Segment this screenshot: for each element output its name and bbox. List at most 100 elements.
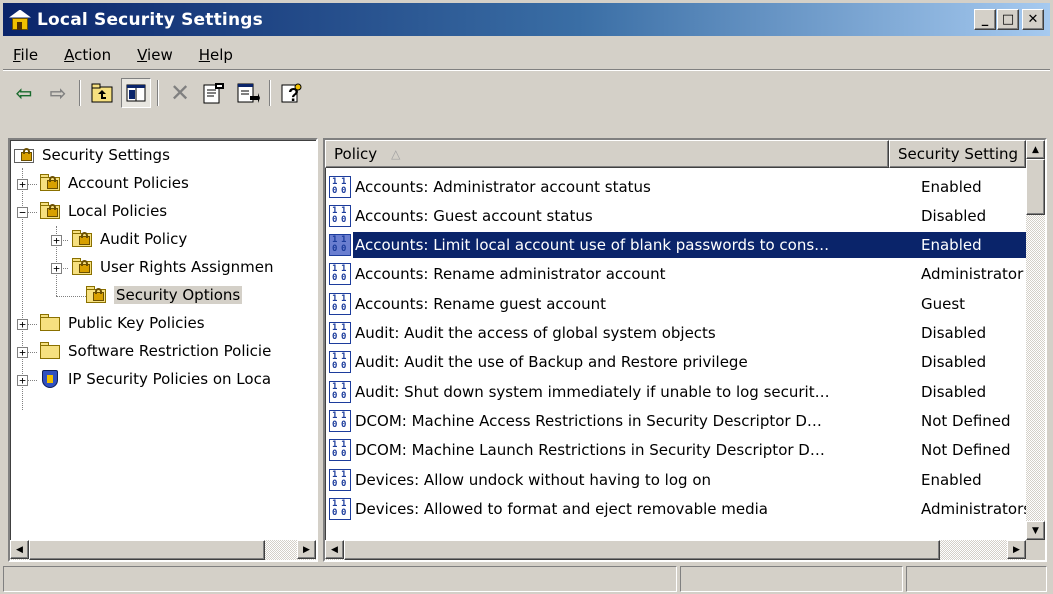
minimize-button[interactable]: _ xyxy=(974,9,996,30)
export-list-button[interactable] xyxy=(233,78,263,108)
scroll-thumb[interactable] xyxy=(1026,159,1045,215)
policy-icon: 1010 xyxy=(329,380,351,403)
show-hide-tree-button[interactable] xyxy=(121,78,151,108)
scroll-down-button[interactable]: ▼ xyxy=(1026,521,1045,540)
scroll-right-button[interactable]: ▶ xyxy=(297,540,316,559)
table-row[interactable]: 1 0 1 0 DCOM: Machine Access Restrictions in… xyxy=(329,406,1045,435)
tree-item-local-policies[interactable]: Local Policies xyxy=(40,198,167,224)
secured-folder-icon xyxy=(40,174,62,192)
menu-view[interactable]: View xyxy=(124,46,186,64)
back-icon: ⇦ xyxy=(15,81,33,105)
expand-account-policies[interactable]: + xyxy=(17,179,28,190)
tree-item-security-settings[interactable]: Security Settings xyxy=(14,142,170,168)
security-settings-icon xyxy=(14,146,36,164)
status-cell-main xyxy=(3,566,678,592)
expand-audit-policy[interactable]: + xyxy=(51,235,62,246)
column-header-policy[interactable]: Policy △ xyxy=(325,140,889,168)
tree-item-public-key-policies[interactable]: Public Key Policies xyxy=(40,310,205,336)
menu-file[interactable]: File xyxy=(3,46,51,64)
window: Local Security Settings _ □ ✕ File Actio… xyxy=(0,0,1053,594)
folder-icon xyxy=(40,342,62,360)
close-button[interactable]: ✕ xyxy=(1022,9,1044,30)
table-row[interactable]: 1 0 1 0 Devices: Allow undock without having… xyxy=(329,465,1045,494)
secured-folder-icon xyxy=(40,202,62,220)
console-tree[interactable]: Security Settings + Account Policies − L… xyxy=(8,138,318,562)
expand-software-restriction-policies[interactable]: + xyxy=(17,347,28,358)
policy-name: Accounts: Rename administrator account xyxy=(355,265,666,284)
local-security-settings-app-icon[interactable] xyxy=(9,9,31,31)
policy-icon: 1010 xyxy=(329,322,351,344)
list-header: Policy △ Security Setting xyxy=(325,140,1026,168)
tree-item-software-restriction-policies[interactable]: Software Restriction Policie xyxy=(40,338,271,364)
tree-label: Public Key Policies xyxy=(68,314,205,332)
properties-button[interactable] xyxy=(199,78,229,108)
properties-icon xyxy=(203,83,224,104)
table-row[interactable]: 1 0 1 0 DCOM: Machine Launch Restrictions in… xyxy=(329,436,1045,465)
show-hide-tree-icon xyxy=(126,84,146,102)
policy-icon: 1010 xyxy=(329,351,351,374)
list-vertical-scrollbar[interactable]: ▲ ▼ xyxy=(1026,140,1045,540)
scroll-thumb[interactable] xyxy=(344,540,940,560)
forward-button[interactable]: ⇨ xyxy=(43,78,73,108)
arrow-left-icon: ◀ xyxy=(16,544,23,555)
window-controls: _ □ ✕ xyxy=(974,9,1044,30)
policy-icon: 1010 xyxy=(329,497,351,520)
folder-icon xyxy=(40,314,62,332)
status-bar xyxy=(3,566,1050,594)
scroll-left-button[interactable]: ◀ xyxy=(325,540,344,559)
policy-icon: 1010 xyxy=(329,439,351,462)
tree-item-security-options[interactable]: Security Options xyxy=(86,282,243,308)
tree-label: Software Restriction Policie xyxy=(68,342,272,360)
collapse-local-policies[interactable]: − xyxy=(17,207,28,218)
policy-name: Devices: Allowed to format and eject rem… xyxy=(355,499,768,518)
expand-user-rights-assignment[interactable]: + xyxy=(51,263,62,274)
up-one-level-button[interactable] xyxy=(87,78,117,108)
menu-action[interactable]: Action xyxy=(51,46,124,64)
back-button[interactable]: ⇦ xyxy=(9,78,39,108)
scroll-up-button[interactable]: ▲ xyxy=(1026,140,1045,159)
maximize-icon: □ xyxy=(1001,12,1015,27)
table-row[interactable]: 1 0 1 0 Accounts: Guest account status Disabl… xyxy=(329,201,1045,230)
table-row[interactable]: 1 0 1 0 Accounts: Rename guest account Guest xyxy=(329,289,1045,318)
table-row[interactable]: 1 0 1 0 Audit: Audit the use of Backup and R… xyxy=(329,348,1045,377)
policy-list[interactable]: Policy △ Security Setting 1 0 1 0 Accounts: … xyxy=(323,138,1047,562)
policy-icon: 1010 xyxy=(329,292,351,315)
scroll-right-button[interactable]: ▶ xyxy=(1007,540,1026,559)
expand-public-key-policies[interactable]: + xyxy=(17,319,28,330)
policy-name: DCOM: Machine Access Restrictions in Sec… xyxy=(355,411,822,430)
policy-name: Accounts: Limit local account use of bla… xyxy=(353,232,907,259)
scroll-left-button[interactable]: ◀ xyxy=(10,540,29,559)
sort-ascending-icon: △ xyxy=(391,147,401,161)
policy-name: DCOM: Machine Launch Restrictions in Sec… xyxy=(355,441,825,460)
toolbar: ⇦ ⇨ ✕ ? xyxy=(3,73,1050,113)
list-horizontal-scrollbar[interactable]: ◀ ▶ xyxy=(325,540,1026,560)
tree-label: Account Policies xyxy=(68,174,189,192)
table-row[interactable]: 1 0 1 0 Devices: Allowed to format and eject… xyxy=(329,494,1045,523)
tree-horizontal-scrollbar[interactable]: ◀ ▶ xyxy=(10,540,316,560)
policy-name: Audit: Audit the use of Backup and Resto… xyxy=(355,353,748,372)
policy-icon: 1010 xyxy=(329,234,351,257)
table-row[interactable]: 1 0 1 0 Audit: Audit the access of global sy… xyxy=(329,319,1045,348)
table-row[interactable]: 1 0 1 0 Accounts: Administrator account stat… xyxy=(329,172,1045,201)
menu-help[interactable]: Help xyxy=(186,46,246,64)
shield-icon xyxy=(40,369,62,389)
tree-item-user-rights-assignment[interactable]: User Rights Assignmen xyxy=(72,254,273,280)
title-bar[interactable]: Local Security Settings _ □ ✕ xyxy=(3,3,1050,36)
policy-icon: 1010 xyxy=(329,263,351,286)
expand-ip-security-policies[interactable]: + xyxy=(17,375,28,386)
maximize-button[interactable]: □ xyxy=(997,9,1019,30)
policy-name: Accounts: Rename guest account xyxy=(355,294,606,313)
table-row[interactable]: 1 0 1 0 Accounts: Rename administrator accou… xyxy=(329,260,1045,289)
arrow-up-icon: ▲ xyxy=(1032,144,1039,155)
column-header-security-setting[interactable]: Security Setting xyxy=(889,140,1026,168)
delete-button[interactable]: ✕ xyxy=(165,78,195,108)
table-row[interactable]: 1 0 1 0 Audit: Shut down system immediately … xyxy=(329,377,1045,406)
table-row[interactable]: 1 0 1 0 Accounts: Limit local account use of… xyxy=(329,231,1045,260)
tree-item-account-policies[interactable]: Account Policies xyxy=(40,170,189,196)
help-button[interactable]: ? xyxy=(277,78,307,108)
arrow-down-icon: ▼ xyxy=(1032,525,1039,536)
scroll-thumb[interactable] xyxy=(29,540,265,560)
tree-item-audit-policy[interactable]: Audit Policy xyxy=(72,226,187,252)
tree-item-ip-security-policies[interactable]: IP Security Policies on Loca xyxy=(40,366,271,392)
policy-icon: 1010 xyxy=(329,409,351,432)
